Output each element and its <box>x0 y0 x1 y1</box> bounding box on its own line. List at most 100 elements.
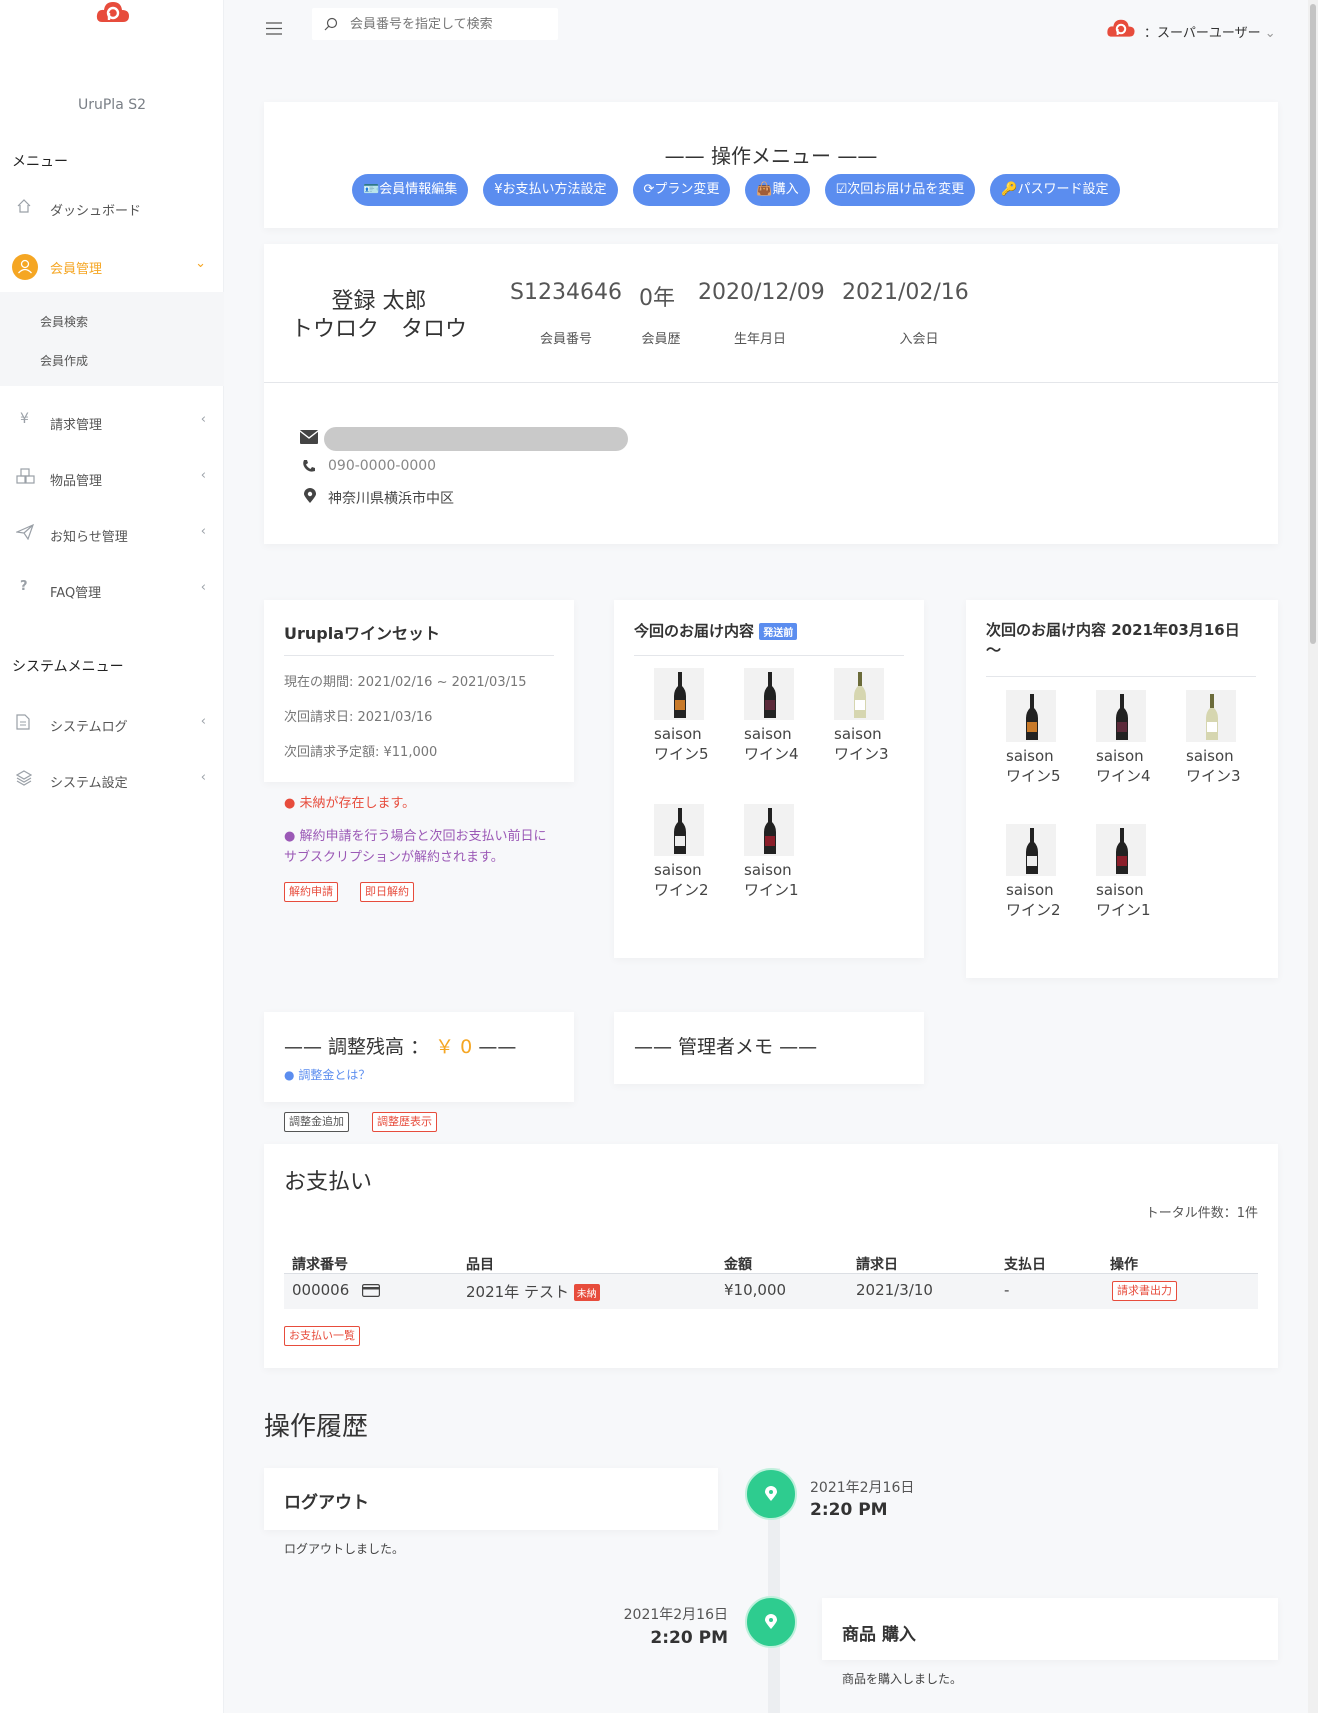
wine-item[interactable]: saisonワイン2 <box>1006 824 1096 920</box>
credit-card-icon <box>362 1284 380 1297</box>
wine-bottle-icon <box>1116 828 1128 874</box>
wine-item[interactable]: saisonワイン3 <box>834 668 924 764</box>
wine-bottle-icon <box>674 672 686 718</box>
payments-title: お支払い <box>284 1170 373 1195</box>
change-next-delivery-button[interactable]: ☑次回お届け品を変更 <box>824 174 976 206</box>
operations-title: —— 操作メニュー —— <box>664 144 878 168</box>
payments-list-button[interactable]: お支払い一覧 <box>284 1326 360 1346</box>
invoice-amount: ¥10,000 <box>724 1281 787 1299</box>
chevron-left-icon: ‹ <box>200 770 206 785</box>
admin-memo-title: —— 管理者メモ —— <box>634 1036 818 1058</box>
plan-period: 現在の期間: 2021/02/16 ~ 2021/03/15 <box>284 675 527 690</box>
sidebar-item-faq[interactable]: ? FAQ管理 ‹ <box>0 568 224 614</box>
member-phone: 090-0000-0000 <box>328 458 437 474</box>
wine-bottle-icon <box>1026 828 1038 874</box>
password-button[interactable]: 🔑パスワード設定 <box>990 174 1120 206</box>
next-delivery-card: 次回のお届け内容 2021年03月16日 ～ saisonワイン5 saison… <box>966 600 1278 978</box>
event-date: 2021年2月16日 <box>623 1607 728 1623</box>
sidebar-item-dashboard[interactable]: ダッシュボード <box>0 186 224 232</box>
sidebar-subitem-member-search[interactable]: 会員検索 <box>40 313 88 330</box>
cancel-now-button[interactable]: 即日解約 <box>360 882 414 902</box>
sidebar-item-goods[interactable]: 物品管理 ‹ <box>0 456 224 502</box>
search-box <box>312 8 558 40</box>
sidebar-item-members[interactable]: 会員管理 ⌄ <box>0 244 224 290</box>
balance-card: —— 調整残高 ： ￥ 0 —— ● 調整金とは？ <box>264 1012 574 1102</box>
event-date: 2021年2月16日 <box>810 1480 915 1496</box>
member-number-label: 会員番号 <box>539 332 592 347</box>
member-card: 登録 太郎 トウロク タロウ S1234646 会員番号 0年 会員歴 2020… <box>264 244 1278 544</box>
menu-section-title: メニュー <box>12 154 68 170</box>
wine-item[interactable]: saisonワイン4 <box>1096 690 1186 786</box>
envelope-icon <box>300 430 318 444</box>
wine-item[interactable]: saisonワイン5 <box>654 668 744 764</box>
purchase-button[interactable]: 👜購入 <box>745 174 810 206</box>
wine-item[interactable]: saisonワイン2 <box>654 804 744 900</box>
wine-item[interactable]: saisonワイン3 <box>1186 690 1276 786</box>
email-redacted <box>324 427 628 451</box>
history-event-card: ログアウト <box>264 1468 718 1530</box>
operations-card: —— 操作メニュー —— 🪪会員情報編集 ¥お支払い方法設定 ⟳プラン変更 👜購… <box>264 102 1278 228</box>
event-time: 2:20 PM <box>810 1500 888 1520</box>
member-birthday-label: 生年月日 <box>733 332 786 347</box>
member-tenure-label: 会員歴 <box>641 332 681 347</box>
event-body: 商品を購入しました。 <box>842 1672 963 1686</box>
divider <box>986 676 1256 677</box>
invoice-id: 000006 <box>292 1281 350 1299</box>
column-header: 操作 <box>1110 1257 1138 1273</box>
chevron-down-icon: ⌄ <box>1264 26 1276 41</box>
question-icon: ? <box>20 579 28 594</box>
payment-method-button[interactable]: ¥お支払い方法設定 <box>483 174 618 206</box>
sidebar-item-news[interactable]: お知らせ管理 ‹ <box>0 512 224 558</box>
scrollbar-thumb[interactable] <box>1310 4 1316 644</box>
payments-total: トータル件数：1件 <box>1145 1206 1258 1221</box>
key-icon: 🔑 <box>1001 182 1018 197</box>
map-pin-icon <box>304 488 316 504</box>
cancel-request-button[interactable]: 解約申請 <box>284 882 338 902</box>
invoice-output-button[interactable]: 請求書出力 <box>1112 1281 1177 1301</box>
balance-value: ￥ 0 <box>435 1036 473 1058</box>
member-number: S1234646 <box>510 280 622 305</box>
balance-help-link[interactable]: ● 調整金とは？ <box>284 1066 370 1083</box>
wine-item[interactable]: saisonワイン4 <box>744 668 834 764</box>
map-pin-icon <box>745 1596 797 1648</box>
wine-bottle-icon <box>764 808 776 854</box>
wine-item[interactable]: saisonワイン1 <box>1096 824 1186 920</box>
sidebar-item-label: FAQ管理 <box>50 586 102 601</box>
search-input[interactable] <box>350 17 550 32</box>
member-kana: トウロク タロウ <box>290 317 467 342</box>
sidebar-subitem-member-create[interactable]: 会員作成 <box>40 352 88 369</box>
wine-item[interactable]: saisonワイン1 <box>744 804 834 900</box>
wine-bottle-icon <box>674 808 686 854</box>
home-icon <box>16 198 32 214</box>
member-name-block: 登録 太郎 トウロク タロウ <box>264 288 494 344</box>
system-section-title: システムメニュー <box>12 659 124 675</box>
alert-icon: ● <box>284 796 296 811</box>
refresh-icon: ⟳ <box>643 182 655 197</box>
event-time: 2:20 PM <box>650 1628 728 1648</box>
add-adjustment-button[interactable]: 調整金追加 <box>284 1112 349 1132</box>
user-menu[interactable]: ：スーパーユーザー ⌄ <box>1144 22 1276 41</box>
sidebar-item-system-log[interactable]: システムログ ‹ <box>0 702 224 748</box>
hamburger-menu-icon[interactable] <box>266 22 282 35</box>
column-header: 金額 <box>724 1257 752 1273</box>
sidebar-item-billing[interactable]: ¥ 請求管理 ‹ <box>0 400 224 446</box>
balance-title: —— 調整残高 ： ￥ 0 —— <box>284 1036 517 1058</box>
sidebar-item-label: システム設定 <box>50 776 128 791</box>
adjustment-history-button[interactable]: 調整歴表示 <box>372 1112 437 1132</box>
wine-item[interactable]: saisonワイン5 <box>1006 690 1096 786</box>
sidebar-item-label: 請求管理 <box>50 418 103 433</box>
scrollbar-track[interactable] <box>1308 0 1318 1713</box>
sidebar-item-system-settings[interactable]: システム設定 ‹ <box>0 758 224 804</box>
user-avatar-icon[interactable] <box>1106 18 1136 40</box>
member-joined-label: 入会日 <box>899 332 939 347</box>
divider <box>264 382 1278 383</box>
divider <box>634 655 904 656</box>
current-delivery-card: 今回のお届け内容 発送前 saisonワイン5 saisonワイン4 saiso… <box>614 600 924 958</box>
wine-bottle-icon <box>1026 694 1038 740</box>
history-title: 操作履歴 <box>264 1412 369 1442</box>
plan-next-amount: 次回請求予定額: ¥11,000 <box>284 745 438 760</box>
change-plan-button[interactable]: ⟳プラン変更 <box>632 174 731 206</box>
status-badge: 発送前 <box>759 623 798 640</box>
edit-member-button[interactable]: 🪪会員情報編集 <box>352 174 469 206</box>
wine-bottle-icon <box>764 672 776 718</box>
